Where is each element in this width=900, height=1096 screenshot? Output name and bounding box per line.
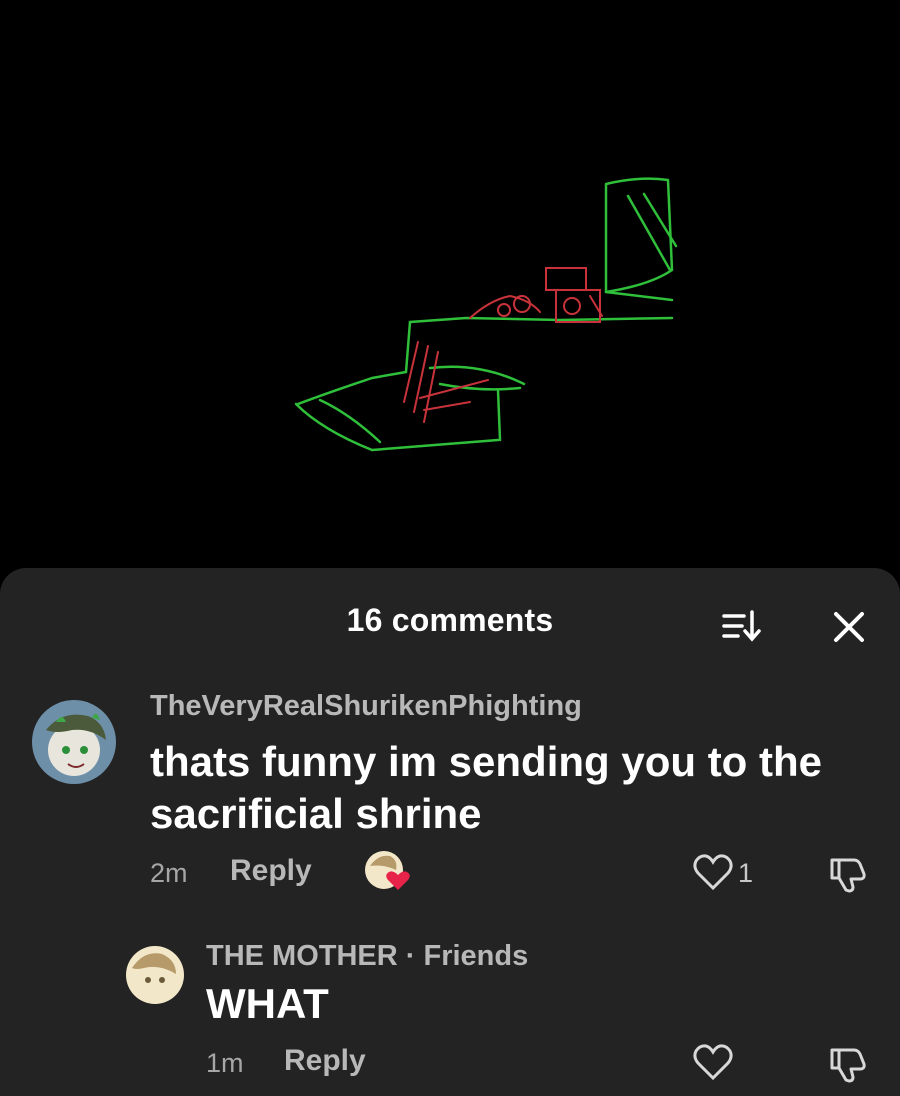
avatar[interactable] — [32, 700, 116, 784]
comment-time: 1m — [206, 1048, 244, 1078]
friends-badge: · Friends — [405, 940, 529, 972]
dislike-button[interactable] — [826, 852, 868, 894]
like-button[interactable] — [692, 1042, 734, 1082]
comments-sheet: 16 comments TheVeryRealShurikenPhighting… — [0, 568, 900, 1096]
dislike-button[interactable] — [826, 1042, 868, 1084]
creator-liked-badge — [364, 850, 414, 892]
like-button[interactable] — [692, 852, 734, 892]
reply-button[interactable]: Reply — [284, 1044, 366, 1078]
close-icon — [834, 612, 864, 642]
sort-button[interactable] — [718, 606, 766, 646]
comment-username[interactable]: TheVeryRealShurikenPhighting — [150, 690, 582, 723]
comment-text: thats funny im sending you to the sacrif… — [150, 738, 822, 837]
close-button[interactable] — [826, 604, 872, 650]
dislike-icon — [830, 1048, 866, 1083]
sort-icon — [722, 610, 761, 642]
avatar[interactable] — [126, 946, 184, 1004]
username-text: THE MOTHER — [206, 940, 398, 972]
comment-text: WHAT — [206, 980, 329, 1027]
comment-time: 2m — [150, 858, 188, 888]
heart-icon — [693, 854, 733, 891]
comment-username[interactable]: THE MOTHER · Friends — [206, 940, 528, 973]
sketch-drawing — [294, 177, 678, 452]
creator-avatar-heart-icon — [365, 851, 410, 890]
like-count: 1 — [738, 858, 754, 888]
reply-button[interactable]: Reply — [230, 854, 312, 888]
video-player[interactable] — [0, 0, 900, 580]
user-avatar-image — [32, 700, 116, 784]
heart-icon — [693, 1044, 733, 1081]
dislike-icon — [830, 858, 866, 893]
user-avatar-image — [126, 946, 184, 1004]
